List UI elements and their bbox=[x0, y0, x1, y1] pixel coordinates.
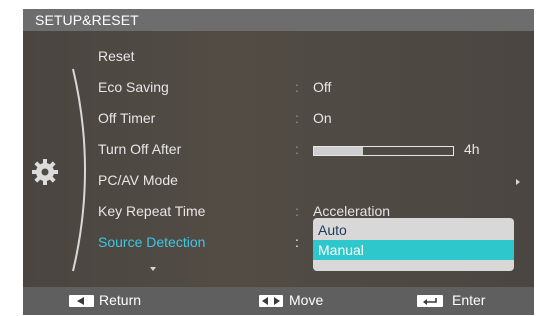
menu-item-eco-saving[interactable]: Eco Saving bbox=[98, 79, 169, 95]
osd-footer: Return Move Enter bbox=[23, 287, 534, 315]
enter-label[interactable]: Enter bbox=[452, 292, 485, 308]
menu-curve-divider bbox=[72, 68, 86, 272]
menu-item-off-timer[interactable]: Off Timer bbox=[98, 110, 155, 126]
separator: : bbox=[295, 234, 299, 250]
osd-body: Reset Eco Saving : Off Off Timer : On Tu… bbox=[23, 31, 534, 287]
key-repeat-time-value: Acceleration bbox=[313, 203, 391, 219]
move-label[interactable]: Move bbox=[289, 292, 323, 308]
osd-window: SETUP&RESET Reset Eco Saving : Off Off T bbox=[23, 9, 534, 315]
menu-item-pc-av-mode[interactable]: PC/AV Mode bbox=[98, 172, 178, 188]
menu-item-key-repeat-time[interactable]: Key Repeat Time bbox=[98, 203, 205, 219]
menu-item-source-detection[interactable]: Source Detection bbox=[98, 234, 205, 250]
eco-saving-value: Off bbox=[313, 79, 332, 95]
chevron-right-icon bbox=[516, 179, 520, 185]
osd-header: SETUP&RESET bbox=[23, 9, 534, 31]
chevron-down-icon[interactable] bbox=[150, 267, 156, 271]
menu-item-turn-off-after[interactable]: Turn Off After bbox=[98, 141, 181, 157]
turn-off-after-value: 4h bbox=[464, 141, 480, 157]
separator: : bbox=[295, 203, 299, 219]
gear-icon bbox=[32, 159, 58, 185]
separator: : bbox=[295, 79, 299, 95]
option-auto[interactable]: Auto bbox=[313, 220, 514, 240]
source-detection-dropdown[interactable]: Auto Manual bbox=[313, 218, 514, 271]
enter-icon[interactable] bbox=[417, 295, 443, 307]
off-timer-value: On bbox=[313, 110, 332, 126]
option-manual[interactable]: Manual bbox=[313, 240, 514, 260]
menu-item-reset[interactable]: Reset bbox=[98, 48, 135, 64]
move-icon[interactable] bbox=[259, 295, 283, 307]
separator: : bbox=[295, 141, 299, 157]
return-label[interactable]: Return bbox=[99, 292, 141, 308]
separator: : bbox=[295, 110, 299, 126]
menu-title: SETUP&RESET bbox=[35, 12, 139, 28]
turn-off-after-slider[interactable] bbox=[313, 146, 454, 156]
return-icon[interactable] bbox=[69, 295, 94, 307]
slider-fill bbox=[314, 147, 363, 155]
